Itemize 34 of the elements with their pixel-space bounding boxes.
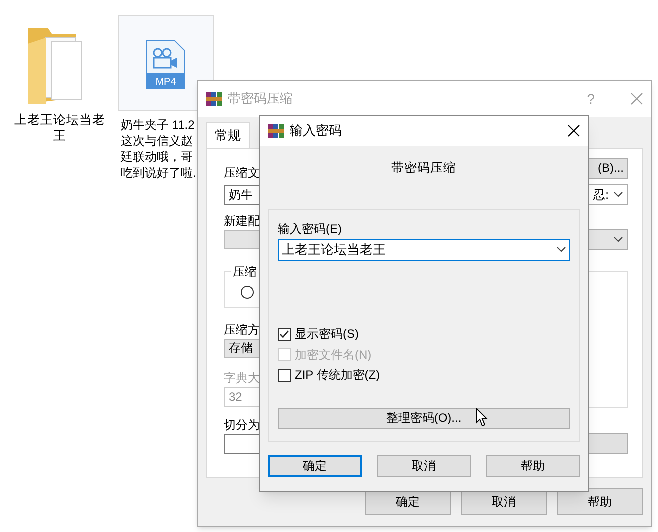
dialog-button[interactable]: 取消 — [377, 455, 471, 477]
video-camera-icon — [153, 48, 177, 69]
chevron-down-icon — [614, 236, 623, 242]
file-type-label: MP4 — [156, 77, 176, 88]
chevron-down-icon — [614, 192, 623, 198]
field-label: 输入密码(E) — [278, 221, 343, 237]
checkbox-label: ZIP 传统加密(Z) — [295, 367, 380, 384]
archive-books-icon — [268, 123, 284, 139]
field-label: 压缩方 — [224, 322, 260, 338]
checkbox[interactable] — [278, 368, 291, 382]
mouse-pointer-icon — [476, 408, 488, 427]
close-icon[interactable] — [568, 125, 580, 137]
window-title: 带密码压缩 — [228, 90, 293, 108]
dialog-button[interactable]: 帮助 — [486, 455, 580, 477]
checkbox-label: 显示密码(S) — [295, 326, 359, 344]
field-label: 新建配 — [224, 213, 260, 229]
chevron-down-icon — [557, 247, 566, 253]
password-combo-field[interactable]: 上老王论坛当老王 — [278, 239, 570, 261]
checkbox[interactable] — [278, 328, 291, 341]
dialog-button[interactable]: 帮助 — [557, 488, 643, 515]
folder-label: 上老王论坛当老 王 — [14, 112, 106, 144]
field-label: 切分为 — [224, 417, 260, 433]
radio-button[interactable] — [241, 286, 254, 299]
field-label: 压缩文 — [224, 165, 260, 181]
archive-books-icon — [206, 91, 222, 107]
dialog-heading: 带密码压缩 — [390, 160, 458, 176]
field-label: 字典大 — [224, 370, 260, 386]
dropdown-value: 忍: — [594, 186, 609, 204]
window-title: 输入密码 — [290, 122, 342, 140]
tab[interactable]: 常规 — [206, 122, 250, 148]
organize-passwords-button[interactable]: 整理密码(O)... — [278, 408, 570, 428]
dialog-button[interactable]: 确定 — [268, 455, 362, 477]
file-label: 奶牛夹子 11.2 这次与信义赵 廷联动哦，哥 吃到说好了啦. — [121, 117, 198, 181]
checkbox-label: 加密文件名(N) — [295, 346, 372, 364]
